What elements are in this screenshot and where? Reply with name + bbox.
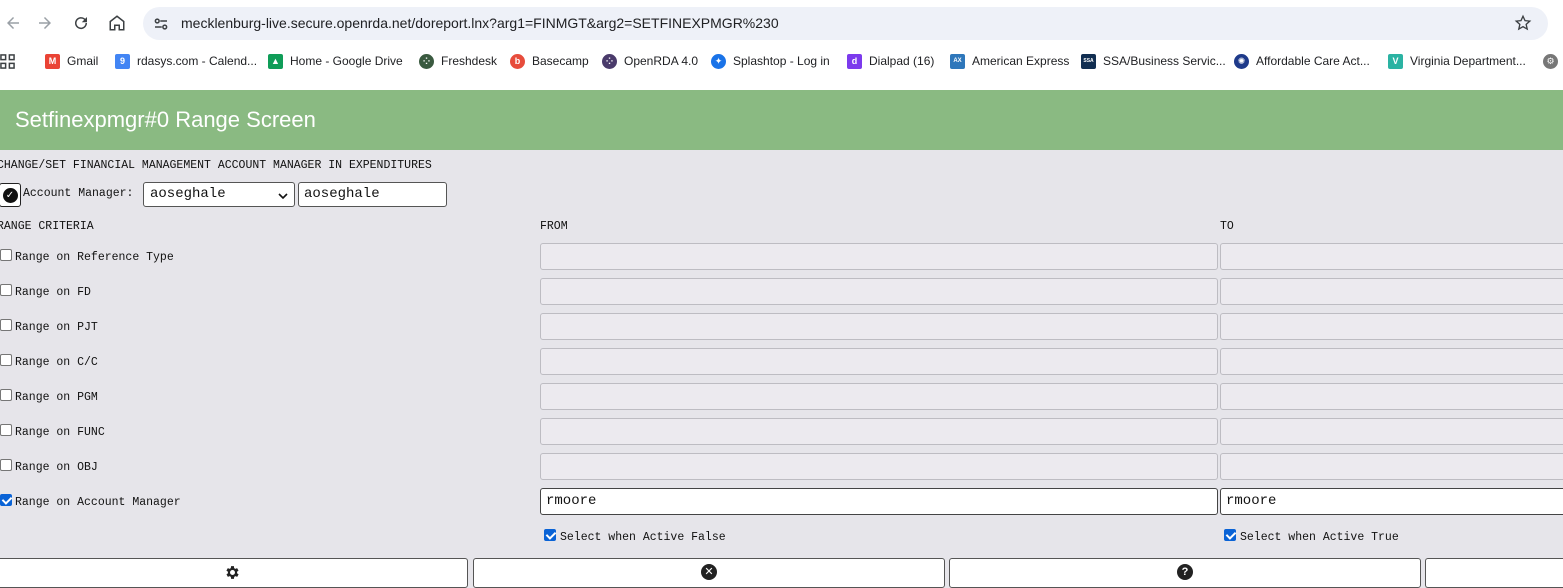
page-top-gap <box>0 76 1563 90</box>
google-drive-icon: ▲ <box>268 53 283 69</box>
bookmark-splashtop[interactable]: ✦ Splashtop - Log in <box>711 52 830 70</box>
range-label: Range on Reference Type <box>15 251 174 264</box>
bookmark-overflow-icon[interactable]: ⚙ <box>1543 52 1563 70</box>
to-input-cc[interactable] <box>1220 348 1563 375</box>
range-checkbox-fd[interactable] <box>0 284 12 296</box>
to-input-pgm[interactable] <box>1220 383 1563 410</box>
gear-icon <box>226 566 239 579</box>
help-circle-icon: ? <box>1177 564 1193 580</box>
page-title: Setfinexpmgr#0 Range Screen <box>15 107 316 132</box>
range-checkbox-func[interactable] <box>0 424 12 436</box>
range-criteria-header: RANGE CRITERIA <box>0 220 94 233</box>
range-label: Range on OBJ <box>15 461 98 474</box>
to-input-pjt[interactable] <box>1220 313 1563 340</box>
range-label: Range on FD <box>15 286 91 299</box>
range-label: Range on FUNC <box>15 426 105 439</box>
from-input-pjt[interactable] <box>540 313 1218 340</box>
forward-icon[interactable] <box>32 10 58 36</box>
bookmark-basecamp[interactable]: b Basecamp <box>510 52 589 70</box>
dialpad-icon: d <box>847 53 862 69</box>
browser-toolbar: mecklenburg-live.secure.openrda.net/dore… <box>0 0 1563 46</box>
bookmarks-bar: M Gmail 9 rdasys.com - Calend... ▲ Home - G… <box>0 46 1563 76</box>
url-text[interactable]: mecklenburg-live.secure.openrda.net/dore… <box>181 15 779 31</box>
bookmark-google-drive[interactable]: ▲ Home - Google Drive <box>268 52 403 70</box>
account-manager-input[interactable]: aoseghale <box>298 182 447 207</box>
from-input-account-manager[interactable]: rmoore <box>540 488 1218 515</box>
amex-icon: AX <box>950 53 965 69</box>
from-input-func[interactable] <box>540 418 1218 445</box>
site-info-icon[interactable] <box>152 15 170 33</box>
select-active-true-checkbox[interactable] <box>1224 529 1236 541</box>
home-icon[interactable] <box>104 10 130 36</box>
range-checkbox-cc[interactable] <box>0 354 12 366</box>
to-input-func[interactable] <box>1220 418 1563 445</box>
to-input-obj[interactable] <box>1220 453 1563 480</box>
apps-grid-icon[interactable] <box>0 52 15 70</box>
to-input-reference-type[interactable] <box>1220 243 1563 270</box>
account-manager-label: Account Manager: <box>23 187 134 200</box>
gmail-icon: M <box>45 53 60 69</box>
range-label: Range on C/C <box>15 356 98 369</box>
bookmark-gmail[interactable]: M Gmail <box>45 52 98 70</box>
from-input-reference-type[interactable] <box>540 243 1218 270</box>
to-header: TO <box>1220 220 1234 233</box>
select-active-false-label: Select when Active False <box>560 531 726 544</box>
splashtop-icon: ✦ <box>711 53 726 69</box>
bookmark-dialpad[interactable]: d Dialpad (16) <box>847 52 934 70</box>
account-manager-select[interactable]: aoseghale <box>143 182 295 207</box>
aca-seal-icon: ✺ <box>1234 53 1249 69</box>
to-input-account-manager[interactable]: rmoore <box>1220 488 1563 515</box>
range-label: Range on PJT <box>15 321 98 334</box>
close-circle-icon: ✕ <box>701 564 717 580</box>
back-icon[interactable] <box>0 10 26 36</box>
bookmark-rdasys-calendar[interactable]: 9 rdasys.com - Calend... <box>115 52 257 70</box>
bookmark-virginia-department[interactable]: V Virginia Department... <box>1388 52 1526 70</box>
bookmark-freshdesk[interactable]: ⁘ Freshdesk <box>419 52 497 70</box>
chevron-down-icon <box>278 193 288 200</box>
select-active-false-checkbox[interactable] <box>544 529 556 541</box>
check-circle-icon: ✓ <box>2 187 18 203</box>
bookmark-american-express[interactable]: AX American Express <box>950 52 1069 70</box>
range-checkbox-account-manager[interactable] <box>0 494 12 506</box>
page-header: Setfinexpmgr#0 Range Screen <box>0 90 1563 150</box>
bookmark-affordable-care[interactable]: ✺ Affordable Care Act... <box>1234 52 1370 70</box>
more-bookmark-icon: ⚙ <box>1543 53 1558 69</box>
to-input-fd[interactable] <box>1220 278 1563 305</box>
reload-icon[interactable] <box>68 10 94 36</box>
range-checkbox-pjt[interactable] <box>0 319 12 331</box>
from-input-pgm[interactable] <box>540 383 1218 410</box>
bookmark-star-icon[interactable] <box>1514 14 1532 32</box>
select-active-true-label: Select when Active True <box>1240 531 1399 544</box>
account-manager-toggle[interactable]: ✓ <box>0 183 21 207</box>
virginia-icon: V <box>1388 53 1403 69</box>
range-checkbox-reference-type[interactable] <box>0 249 12 261</box>
from-input-fd[interactable] <box>540 278 1218 305</box>
page-subtitle: CHANGE/SET FINANCIAL MANAGEMENT ACCOUNT … <box>0 159 432 172</box>
basecamp-icon: b <box>510 53 525 69</box>
from-header: FROM <box>540 220 568 233</box>
from-input-obj[interactable] <box>540 453 1218 480</box>
address-bar[interactable]: mecklenburg-live.secure.openrda.net/dore… <box>143 7 1548 40</box>
range-label: Range on Account Manager <box>15 496 181 509</box>
freshdesk-icon: ⁘ <box>419 53 434 69</box>
calendar-icon: 9 <box>115 53 130 69</box>
bookmark-ssa-business[interactable]: SSA SSA/Business Servic... <box>1081 52 1226 70</box>
from-input-cc[interactable] <box>540 348 1218 375</box>
ssa-icon: SSA <box>1081 53 1096 69</box>
openrda-icon: ⁘ <box>602 53 617 69</box>
range-checkbox-obj[interactable] <box>0 459 12 471</box>
bookmark-openrda[interactable]: ⁘ OpenRDA 4.0 <box>602 52 698 70</box>
range-checkbox-pgm[interactable] <box>0 389 12 401</box>
range-label: Range on PGM <box>15 391 98 404</box>
